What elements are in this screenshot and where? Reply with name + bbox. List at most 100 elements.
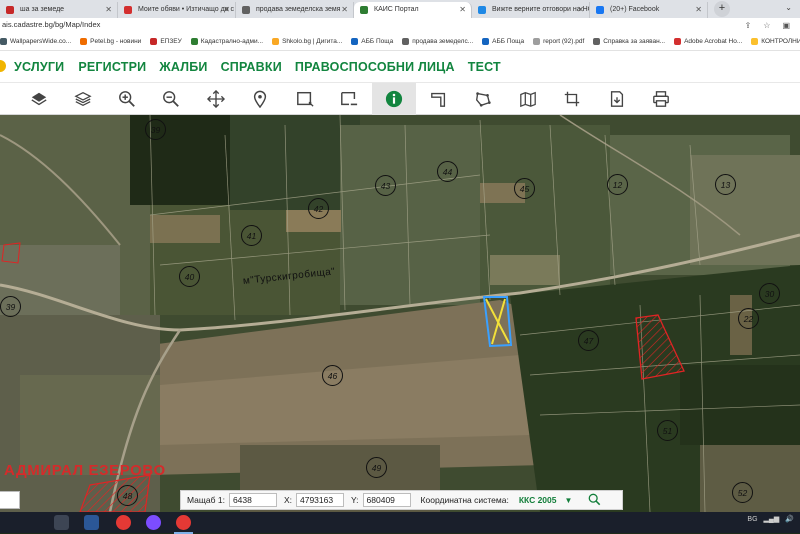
bookmark-item[interactable]: WallpapersWide.co... (0, 37, 71, 45)
volume-icon[interactable]: 🔊 (785, 515, 794, 523)
bookmark-item[interactable]: КОНТРОЛНИ И ТЕ... (751, 37, 800, 45)
bookmark-item[interactable]: Shkolo.bg | Дигита... (272, 37, 342, 45)
plot-number-label[interactable]: 48 (117, 485, 138, 506)
bookmark-item[interactable]: Petel.bg - новини (80, 37, 142, 45)
nav-item-complaints[interactable]: ЖАЛБИ (159, 60, 207, 74)
bookmark-label: ЕПЗЕУ (160, 37, 182, 45)
browser-tab[interactable]: Вижте верните отговори на НО ✕ (472, 2, 590, 18)
measure-icon[interactable] (426, 86, 452, 112)
plot-number-label[interactable]: 45 (514, 178, 535, 199)
chrome-active-icon[interactable] (174, 515, 193, 534)
plot-number-label[interactable]: 46 (322, 365, 343, 386)
address-bar[interactable]: ais.cadastre.bg/bg/Map/Index ⇪ ☆ ▣ (0, 18, 800, 32)
plot-number-label[interactable]: 47 (578, 330, 599, 351)
tab-title: ша за земеде (20, 6, 65, 13)
pan-arrows-icon[interactable] (203, 86, 229, 112)
bookmark-item[interactable]: report (92).pdf (533, 37, 584, 45)
deselect-rectangle-icon[interactable] (336, 86, 362, 112)
dropdown-arrow-icon[interactable]: ▼ (565, 496, 573, 505)
plot-number-label[interactable]: 12 (607, 174, 628, 195)
info-icon[interactable] (372, 83, 416, 115)
nav-item-registers[interactable]: РЕГИСТРИ (78, 60, 146, 74)
plot-number-label[interactable]: 49 (366, 457, 387, 478)
location-pin-icon[interactable] (247, 86, 273, 112)
plot-number-label[interactable]: 40 (179, 266, 200, 287)
tab-search-chevron-icon[interactable]: ⌄ (785, 3, 792, 12)
tab-close-icon[interactable]: ✕ (459, 2, 466, 18)
bookmark-item[interactable]: Кадастрално-адми... (190, 37, 263, 45)
plot-number-label[interactable]: 13 (715, 174, 736, 195)
tab-close-icon[interactable]: ✕ (695, 2, 702, 18)
map-canvas[interactable]: 39 43 44 45 12 13 42 41 40 30 22 47 46 51 49 48 52 39 м"Т… (0, 115, 800, 512)
browser-tab[interactable]: (20+) Facebook ✕ (590, 2, 708, 18)
tab-close-icon[interactable]: ✕ (341, 2, 348, 18)
bookmark-item[interactable]: АББ Поща (351, 37, 393, 45)
coordinate-system-label: Координатна система: (420, 495, 509, 505)
plot-number-label[interactable]: 42 (308, 198, 329, 219)
plot-number-label[interactable]: 52 (732, 482, 753, 503)
new-tab-button[interactable]: + (714, 1, 730, 17)
tray-language[interactable]: BG (747, 516, 757, 523)
zoom-out-icon[interactable] (158, 86, 184, 112)
plot-number-label[interactable]: 39 (145, 119, 166, 140)
bookmark-item[interactable]: АББ Поща (482, 37, 524, 45)
plot-number-label[interactable]: 43 (375, 175, 396, 196)
map-icon[interactable] (515, 86, 541, 112)
bookmark-favicon-icon (272, 37, 280, 45)
nav-item-references[interactable]: СПРАВКИ (221, 60, 282, 74)
y-coordinate-field[interactable]: 680409 (362, 493, 411, 507)
tab-close-icon[interactable]: ✕ (105, 2, 112, 18)
area-name-label: АДМИРАЛ ЕЗЕРОВО (4, 462, 166, 479)
print-icon[interactable] (648, 86, 674, 112)
search-icon[interactable] (588, 493, 601, 508)
map-toolbar (0, 82, 800, 115)
bookmark-favicon-icon (190, 37, 198, 45)
browser-tab[interactable]: Моите обяви • Изтичащо до с ✕ (118, 2, 236, 18)
network-icon[interactable]: ▂▄▆ (764, 515, 780, 523)
extensions-icon[interactable]: ▣ (782, 19, 790, 33)
bookmark-label: Petel.bg - новини (90, 37, 142, 45)
plot-number-label[interactable]: 30 (759, 283, 780, 304)
share-icon[interactable]: ⇪ (745, 19, 752, 33)
chrome-icon[interactable] (116, 515, 131, 530)
site-logo-icon[interactable] (0, 60, 6, 72)
zoom-in-icon[interactable] (114, 86, 140, 112)
nav-item-services[interactable]: УСЛУГИ (14, 60, 64, 74)
tab-close-icon[interactable]: ✕ (223, 2, 230, 18)
tab-close-icon[interactable]: ✕ (577, 2, 584, 18)
bookmark-favicon-icon (80, 37, 88, 45)
layers-filled-icon[interactable] (26, 86, 52, 112)
nav-item-licensed-persons[interactable]: ПРАВОСПОСОБНИ ЛИЦА (295, 60, 455, 74)
bookmark-item[interactable]: Adobe Acrobat Ho... (674, 37, 742, 45)
bookmark-item[interactable]: продава земеделс... (402, 37, 473, 45)
nav-item-test[interactable]: ТЕСТ (468, 60, 501, 74)
bookmark-favicon-icon (351, 37, 359, 45)
plot-number-label[interactable]: 44 (437, 161, 458, 182)
bookmark-favicon-icon (593, 37, 601, 45)
file-explorer-icon[interactable] (54, 515, 69, 530)
plot-number-label[interactable]: 22 (738, 308, 759, 329)
coordinate-system-select[interactable]: ККС 2005 (519, 495, 557, 505)
plot-number-label[interactable]: 41 (241, 225, 262, 246)
url-text[interactable]: ais.cadastre.bg/bg/Map/Index (2, 20, 100, 29)
layers-outline-icon[interactable] (70, 86, 96, 112)
browser-tab[interactable]: ша за земеде ✕ (0, 2, 118, 18)
x-coordinate-field[interactable]: 4793163 (295, 493, 344, 507)
bookmark-item[interactable]: Справка за заяван... (593, 37, 665, 45)
browser-tab[interactable]: продава земеделска земя ✕ (236, 2, 354, 18)
select-rectangle-icon[interactable] (292, 86, 318, 112)
plot-number-label[interactable]: 39 (0, 296, 21, 317)
browser-tab[interactable]: КАИС Портал ✕ (354, 2, 472, 18)
plot-number-label[interactable]: 51 (657, 420, 678, 441)
export-document-icon[interactable] (604, 86, 630, 112)
bookmark-star-icon[interactable]: ☆ (763, 19, 770, 33)
crosshair-icon[interactable] (559, 86, 585, 112)
word-icon[interactable] (84, 515, 99, 530)
layers-icon[interactable] (0, 86, 16, 112)
map-side-control[interactable] (0, 491, 20, 509)
bookmark-item[interactable]: ЕПЗЕУ (150, 37, 182, 45)
tab-favicon-icon (478, 6, 486, 14)
polygon-draw-icon[interactable] (470, 86, 496, 112)
scale-input[interactable]: 6438 (228, 493, 277, 507)
viber-icon[interactable] (146, 515, 161, 530)
